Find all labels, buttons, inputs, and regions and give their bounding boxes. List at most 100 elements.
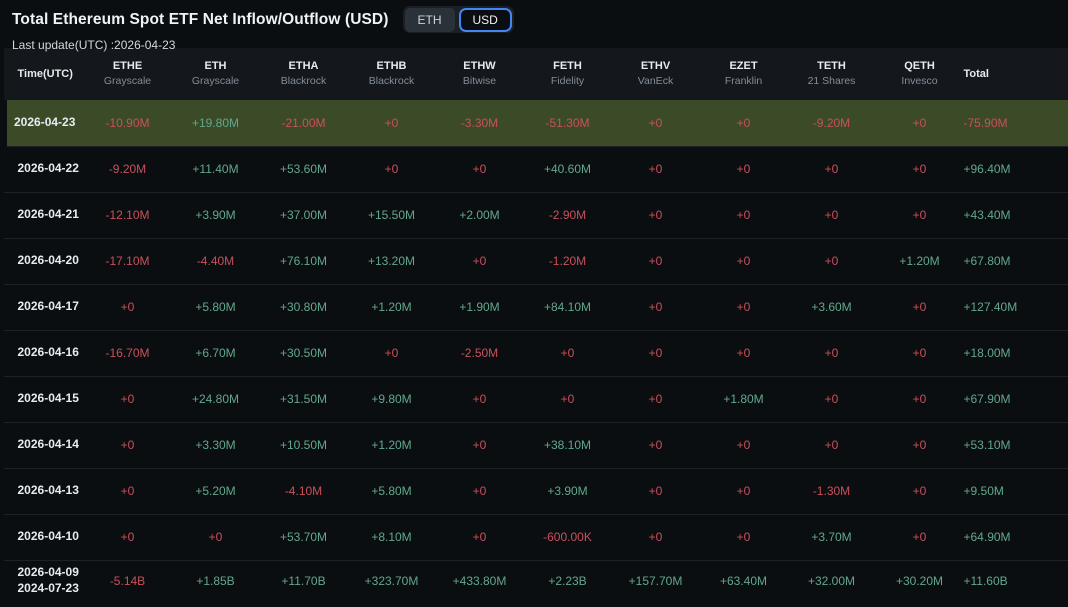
cell-value: +0 (824, 392, 839, 406)
row-date: 2026-04-10 (17, 529, 79, 544)
etf-flow-table: Time(UTC) ETHE Grayscale ETH Grayscale ETHA Bl… (0, 48, 1068, 601)
cell-value: +0 (736, 484, 751, 498)
cell-value: +0 (824, 254, 839, 268)
cell-value: +323.70M (364, 573, 419, 588)
cell-value: -2.50M (460, 346, 499, 360)
cell-value: +5.20M (195, 484, 236, 498)
cell-value: -12.10M (105, 208, 150, 222)
cell-value: +0 (736, 438, 751, 452)
table-row: 2026-04-17 +0 +5.80M +30.80M +1.20M +1.90M +84… (3, 284, 1068, 330)
cell-value: +0 (120, 392, 135, 406)
cell-value: +0 (120, 438, 135, 452)
cell-value: +0 (648, 438, 663, 452)
cell-value: +5.80M (371, 484, 412, 498)
cell-value: +0 (560, 346, 575, 360)
cell-value: +40.60M (543, 162, 592, 176)
cell-total: +67.90M (963, 392, 1011, 406)
toggle-eth-button[interactable]: ETH (404, 7, 455, 32)
cell-value: +0 (648, 346, 663, 360)
cell-value: +0 (736, 162, 751, 176)
cell-value: -10.90M (83, 100, 172, 146)
cell-value: +0 (472, 530, 487, 544)
cell-value: +0 (347, 100, 436, 146)
cell-value: +0 (472, 484, 487, 498)
cell-value: +31.50M (279, 392, 328, 406)
cell-value: +53.60M (279, 162, 328, 176)
cell-total: -75.90M (963, 100, 1068, 146)
cell-value: +0 (736, 208, 751, 222)
table-row: 2026-04-16 -16.70M +6.70M +30.50M +0 -2.50M +0… (3, 330, 1068, 376)
cell-value: +3.90M (547, 484, 588, 498)
cell-total: +96.40M (963, 162, 1011, 176)
cell-value: +0 (208, 530, 223, 544)
cell-value: -4.40M (196, 254, 235, 268)
cell-value: +0 (824, 346, 839, 360)
row-date: 2026-04-20 (17, 253, 79, 268)
cell-value: +24.80M (191, 392, 240, 406)
cell-value: +3.60M (811, 300, 852, 314)
cell-value: -600.00K (543, 530, 592, 544)
cell-value: +9.80M (371, 392, 412, 406)
cell-value: -17.10M (105, 254, 150, 268)
cell-value: +30.20M (895, 573, 944, 588)
cell-value: +0 (120, 300, 135, 314)
table-row: 2026-04-15 +0 +24.80M +31.50M +9.80M +0 +0 +0 +1… (3, 376, 1068, 422)
cell-value: +76.10M (279, 254, 328, 268)
cell-value: +0 (384, 162, 399, 176)
column-header-feth: FETH Fidelity (550, 60, 585, 88)
cell-value: -1.20M (548, 254, 587, 268)
cell-value: +37.00M (279, 208, 328, 222)
table-header: Time(UTC) ETHE Grayscale ETH Grayscale ETHA Bl… (3, 48, 1068, 100)
cell-value: +433.80M (452, 573, 507, 588)
cell-value: +0 (912, 346, 927, 360)
cell-value: +0 (736, 254, 751, 268)
cell-value: +0 (912, 530, 927, 544)
row-date: 2026-04-15 (17, 391, 79, 406)
cell-value: +0 (472, 254, 487, 268)
cell-value: +0 (384, 346, 399, 360)
cell-value: +0 (824, 162, 839, 176)
cell-total: +43.40M (963, 208, 1011, 222)
table-row: 2026-04-09 2024-07-23 -5.14B +1.85B +11.70B +… (4, 560, 1068, 601)
row-date: 2026-04-23 (0, 100, 84, 146)
cell-value: +0 (472, 392, 487, 406)
table-row: 2026-04-20 -17.10M -4.40M +76.10M +13.20M +0 -… (3, 238, 1068, 284)
cell-value: +1.85B (196, 573, 235, 588)
cell-value: +0 (648, 162, 663, 176)
row-date: 2026-04-21 (17, 207, 79, 222)
table-row: 2026-04-10 +0 +0 +53.70M +8.10M +0 -600.00K +0 +… (3, 514, 1068, 560)
row-date: 2026-04-14 (17, 437, 79, 452)
table-row: 2026-04-22 -9.20M +11.40M +53.60M +0 +0 +40.60… (3, 146, 1068, 192)
table-row: 2026-04-21 -12.10M +3.90M +37.00M +15.50M +2.… (3, 192, 1068, 238)
cell-value: +0 (824, 208, 839, 222)
page-header: Total Ethereum Spot ETF Net Inflow/Outfl… (0, 0, 1068, 52)
cell-value: +3.90M (195, 208, 236, 222)
page-title: Total Ethereum Spot ETF Net Inflow/Outfl… (12, 10, 389, 28)
column-header-eth: ETH Grayscale (191, 60, 240, 88)
cell-value: +1.20M (899, 254, 940, 268)
cell-value: +0 (648, 530, 663, 544)
cell-value: +1.80M (723, 392, 764, 406)
cell-value: +0 (472, 162, 487, 176)
cell-value: -21.00M (259, 100, 348, 146)
row-date: 2026-04-09 2024-07-23 (17, 565, 79, 595)
cell-total: +64.90M (963, 530, 1011, 544)
cell-value: +0 (120, 484, 135, 498)
column-header-ethv: ETHV VanEck (637, 60, 674, 88)
cell-value: +38.10M (543, 438, 592, 452)
cell-value: +0 (736, 300, 751, 314)
cell-value: +0 (120, 530, 135, 544)
cell-value: -51.30M (523, 100, 612, 146)
cell-value: -16.70M (105, 346, 150, 360)
cell-value: -3.30M (435, 100, 524, 146)
toggle-usd-button[interactable]: USD (458, 7, 512, 32)
cell-value: +0 (611, 100, 700, 146)
row-date: 2026-04-16 (17, 345, 79, 360)
cell-value: +0 (875, 100, 964, 146)
cell-value: +2.23B (548, 573, 587, 588)
cell-total: +67.80M (963, 254, 1011, 268)
cell-value: +53.70M (279, 530, 328, 544)
cell-value: -9.20M (787, 100, 876, 146)
cell-value: +6.70M (195, 346, 236, 360)
row-date: 2026-04-22 (17, 161, 79, 176)
